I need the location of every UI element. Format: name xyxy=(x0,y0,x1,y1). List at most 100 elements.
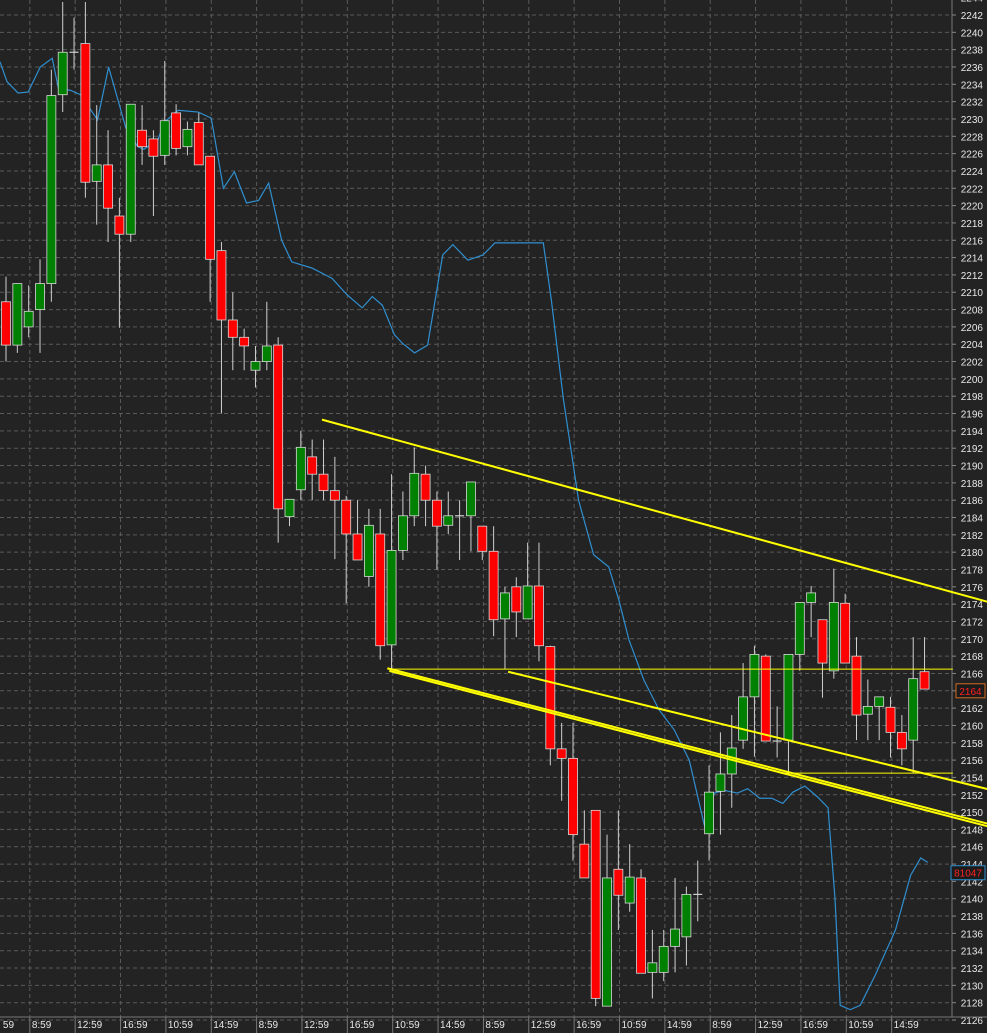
price-tick-label: 2224 xyxy=(961,167,984,178)
time-tick-label: 12:59 xyxy=(304,1020,329,1031)
price-tick-label: 2244 xyxy=(961,0,984,5)
time-tick-label: 16:59 xyxy=(349,1020,374,1031)
candle-up xyxy=(466,481,476,517)
candle-up xyxy=(443,515,454,526)
price-tick-label: 2170 xyxy=(961,635,984,646)
time-tick-label: 10:59 xyxy=(168,1020,193,1031)
candle-down xyxy=(511,586,522,613)
candle-up xyxy=(182,128,193,148)
candle-down xyxy=(205,155,216,260)
candle-up xyxy=(12,283,23,346)
price-tick-label: 2148 xyxy=(961,825,984,836)
price-tick-label: 2200 xyxy=(961,375,984,386)
candle-down xyxy=(148,138,159,157)
price-tick-label: 2172 xyxy=(961,617,984,628)
price-tick-label: 2188 xyxy=(961,479,984,490)
price-tick-label: 2232 xyxy=(961,98,984,109)
candle-down xyxy=(193,122,204,166)
candle-down xyxy=(216,250,227,321)
candle-down xyxy=(375,533,386,647)
candle-up xyxy=(46,95,57,284)
candle-down xyxy=(307,456,318,475)
chart-canvas[interactable]: 2126212821302132213421362138214021422144… xyxy=(0,0,987,1033)
time-tick-label: 14:59 xyxy=(894,1020,919,1031)
candle-down xyxy=(114,215,125,235)
candle-up xyxy=(409,472,420,517)
candle-up xyxy=(738,696,748,741)
price-tick-label: 2132 xyxy=(961,964,984,975)
candle-up xyxy=(806,592,817,603)
candle-down xyxy=(885,706,896,733)
price-tick-label: 2126 xyxy=(961,1016,984,1027)
price-tick-label: 2138 xyxy=(961,912,984,923)
candle-up xyxy=(363,524,374,577)
price-tick-label: 2162 xyxy=(961,704,984,715)
price-tick-label: 2130 xyxy=(961,981,984,992)
candle-up xyxy=(908,678,919,741)
last-price-label: 2164 xyxy=(959,687,982,698)
candle-down xyxy=(579,843,590,879)
candle-down xyxy=(556,748,567,759)
candle-down xyxy=(896,731,907,750)
price-tick-label: 2176 xyxy=(961,583,984,594)
candle-down xyxy=(545,646,556,750)
price-tick-label: 2140 xyxy=(961,895,984,906)
candle-up xyxy=(284,498,295,518)
chart-background xyxy=(0,0,987,1033)
price-tick-label: 2192 xyxy=(961,444,984,455)
price-tick-label: 2208 xyxy=(961,306,984,317)
price-tick-label: 2220 xyxy=(961,202,984,213)
price-tick-label: 2212 xyxy=(961,271,984,282)
price-tick-label: 2206 xyxy=(961,323,984,334)
price-tick-label: 2160 xyxy=(961,721,984,732)
indicator-value-label: 81047 xyxy=(954,869,982,880)
time-tick-label: 12:59 xyxy=(531,1020,556,1031)
candle-up xyxy=(522,585,533,620)
candle-down xyxy=(420,473,431,501)
price-tick-label: 2152 xyxy=(961,791,984,802)
time-tick-label: 10:59 xyxy=(621,1020,646,1031)
candle-down xyxy=(568,757,578,836)
time-tick-label: 14:59 xyxy=(667,1020,692,1031)
candle-up xyxy=(500,592,510,620)
price-tick-label: 2204 xyxy=(961,340,984,351)
price-tick-label: 2166 xyxy=(961,669,984,680)
time-tick-label: 10:59 xyxy=(395,1020,420,1031)
candle-up xyxy=(828,602,839,672)
price-tick-label: 2174 xyxy=(961,600,984,611)
candle-up xyxy=(658,945,669,973)
candle-down xyxy=(239,336,250,347)
price-tick-label: 2230 xyxy=(961,115,984,126)
candle-down xyxy=(636,877,646,974)
candle-down xyxy=(432,499,442,527)
time-tick-label: 12:59 xyxy=(758,1020,783,1031)
price-tick-label: 2236 xyxy=(961,63,984,74)
candle-down xyxy=(840,602,851,664)
candle-up xyxy=(23,310,34,328)
time-tick-label: 59 xyxy=(3,1020,15,1031)
price-tick-label: 2210 xyxy=(961,288,984,299)
candle-up xyxy=(647,962,658,973)
price-tick-label: 2202 xyxy=(961,358,984,369)
candle-up xyxy=(295,446,306,491)
price-tick-label: 2214 xyxy=(961,254,984,265)
candle-down xyxy=(1,301,11,346)
candle-up xyxy=(57,51,68,96)
candle-up xyxy=(397,515,408,551)
candle-up xyxy=(704,791,714,835)
candle-down xyxy=(171,112,182,149)
candle-up xyxy=(602,877,612,1007)
candle-down xyxy=(318,473,329,492)
price-tick-label: 2158 xyxy=(961,739,984,750)
price-tick-label: 2182 xyxy=(961,531,984,542)
time-tick-label: 8:59 xyxy=(32,1020,52,1031)
candle-up xyxy=(261,345,272,362)
candle-up xyxy=(624,876,635,904)
candlestick-chart: 2126212821302132213421362138214021422144… xyxy=(0,0,987,1033)
price-tick-label: 2156 xyxy=(961,756,984,767)
time-tick-label: 14:59 xyxy=(213,1020,238,1031)
candle-down xyxy=(352,533,363,561)
candle-down xyxy=(137,129,147,148)
price-tick-label: 2226 xyxy=(961,150,984,161)
candle-down xyxy=(817,619,828,664)
